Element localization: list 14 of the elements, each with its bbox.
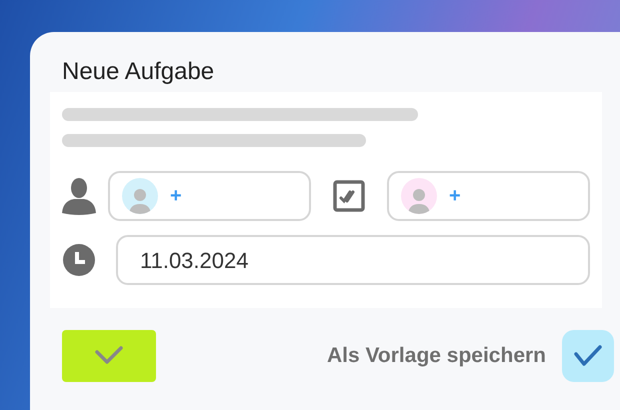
template-checkbox[interactable] [562, 330, 614, 382]
template-label: Als Vorlage speichern [326, 343, 546, 370]
add-label[interactable]: + [170, 181, 182, 211]
clock-icon [62, 243, 96, 277]
person-icon [62, 177, 96, 215]
add-label[interactable]: + [449, 181, 461, 211]
dialog-title: Neue Aufgabe [61, 57, 216, 87]
assignee-field[interactable]: + [108, 171, 311, 221]
double-check-icon [333, 180, 365, 212]
date-field[interactable]: 11.03.2024 [116, 235, 590, 285]
check-icon [94, 346, 124, 366]
assignee-field[interactable]: + [387, 171, 590, 221]
confirm-button[interactable] [62, 330, 156, 382]
check-icon [573, 344, 603, 368]
